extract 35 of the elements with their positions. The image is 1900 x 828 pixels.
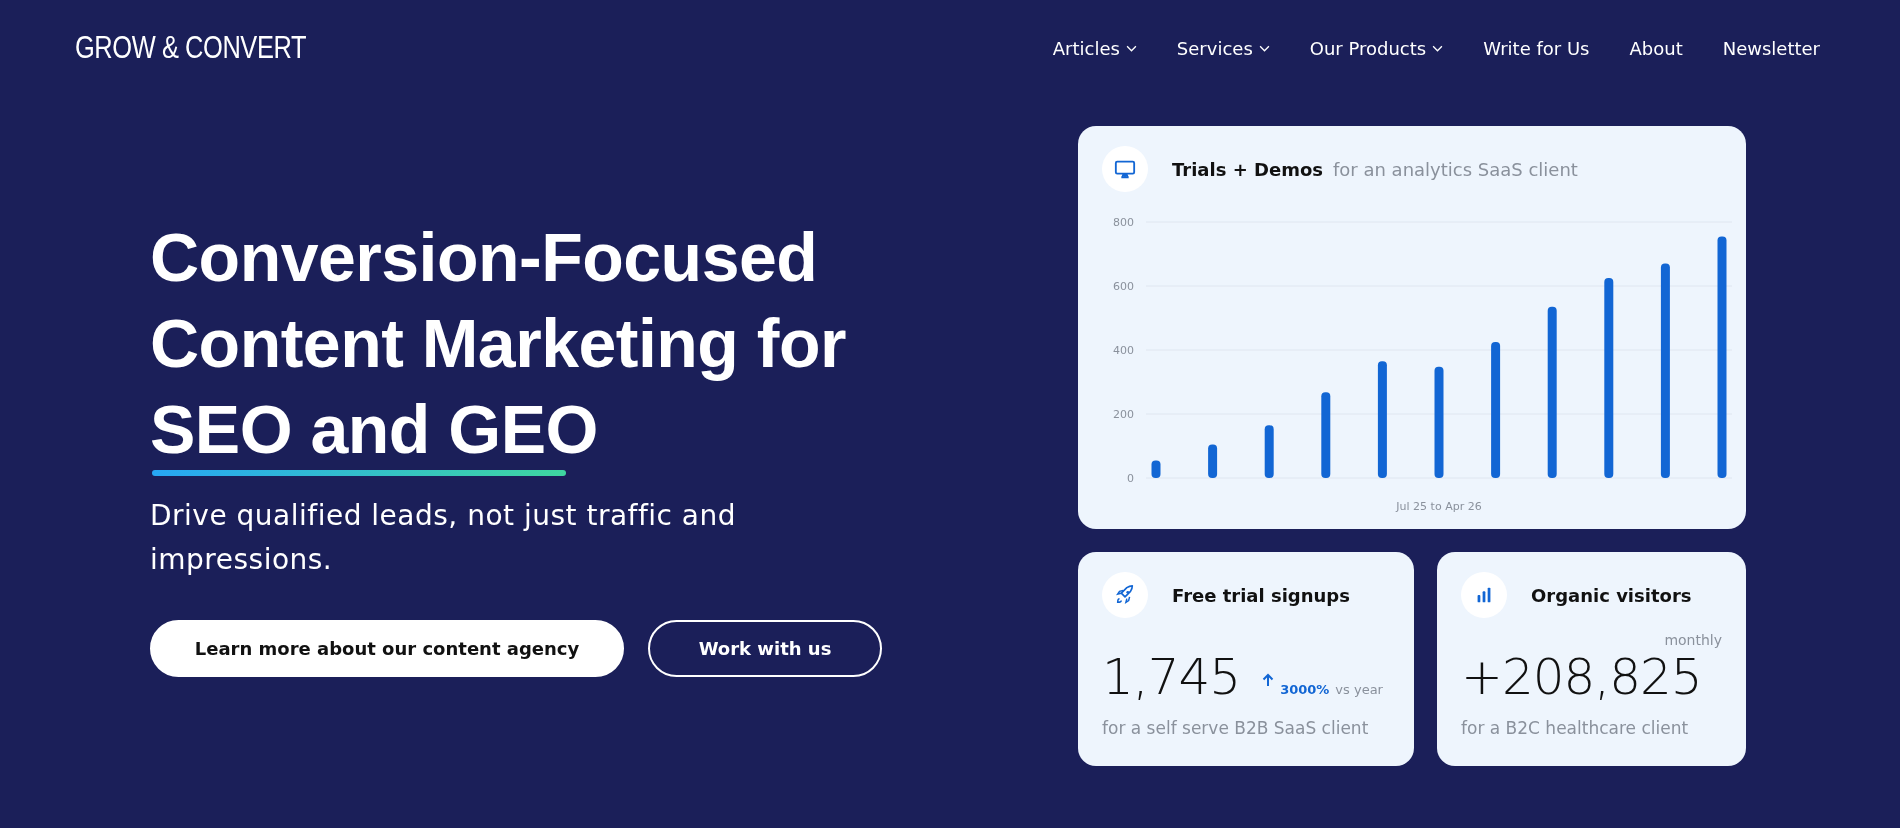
nav-link[interactable]: Newsletter bbox=[1722, 37, 1820, 59]
learn-more-button[interactable]: Learn more about our content agency bbox=[150, 620, 624, 677]
stat-value: 1,745 bbox=[1102, 648, 1241, 706]
nav-link[interactable]: About bbox=[1629, 37, 1683, 59]
period-label: monthly bbox=[1664, 632, 1722, 648]
y-tick-label: 800 bbox=[1113, 216, 1134, 229]
logo[interactable]: GROW & CONVERT bbox=[75, 30, 307, 66]
nav-link[interactable]: Services bbox=[1176, 37, 1270, 59]
y-tick-label: 600 bbox=[1113, 280, 1134, 293]
work-with-us-button[interactable]: Work with us bbox=[648, 620, 882, 677]
bar bbox=[1208, 444, 1218, 478]
nav-link[interactable]: Write for Us bbox=[1483, 37, 1590, 59]
bar bbox=[1151, 460, 1161, 478]
stat-title: Free trial signups bbox=[1172, 584, 1350, 606]
up-arrow-icon bbox=[1262, 673, 1275, 687]
y-tick-label: 0 bbox=[1127, 472, 1134, 485]
stat-title: Organic visitors bbox=[1531, 584, 1692, 606]
bar-chart-icon bbox=[1461, 572, 1507, 618]
y-tick-label: 400 bbox=[1113, 344, 1134, 357]
chart-title: Trials + Demos bbox=[1172, 158, 1323, 180]
nav-link[interactable]: Our Products bbox=[1309, 37, 1444, 59]
change-value: 3000% bbox=[1280, 682, 1330, 697]
stat-caption: for a self serve B2B SaaS client bbox=[1102, 718, 1370, 738]
y-tick-label: 200 bbox=[1113, 408, 1134, 421]
bar bbox=[1264, 425, 1274, 478]
nav-link[interactable]: Articles bbox=[1052, 37, 1137, 59]
x-axis-label: Jul 25 to Apr 26 bbox=[1396, 500, 1482, 513]
stat-caption: for a B2C healthcare client bbox=[1461, 718, 1690, 738]
monitor-icon bbox=[1102, 146, 1148, 192]
stat-value: +208,825 bbox=[1461, 648, 1702, 706]
chart-subtitle: for an analytics SaaS client bbox=[1333, 158, 1578, 180]
change-note: vs year bbox=[1335, 682, 1383, 697]
subtitle: Drive qualified leads, not just traffic and impressions. bbox=[150, 498, 737, 578]
headline: Conversion-Focused Content Marketing for SEO and GEO bbox=[150, 218, 847, 469]
rocket-icon bbox=[1102, 572, 1148, 618]
